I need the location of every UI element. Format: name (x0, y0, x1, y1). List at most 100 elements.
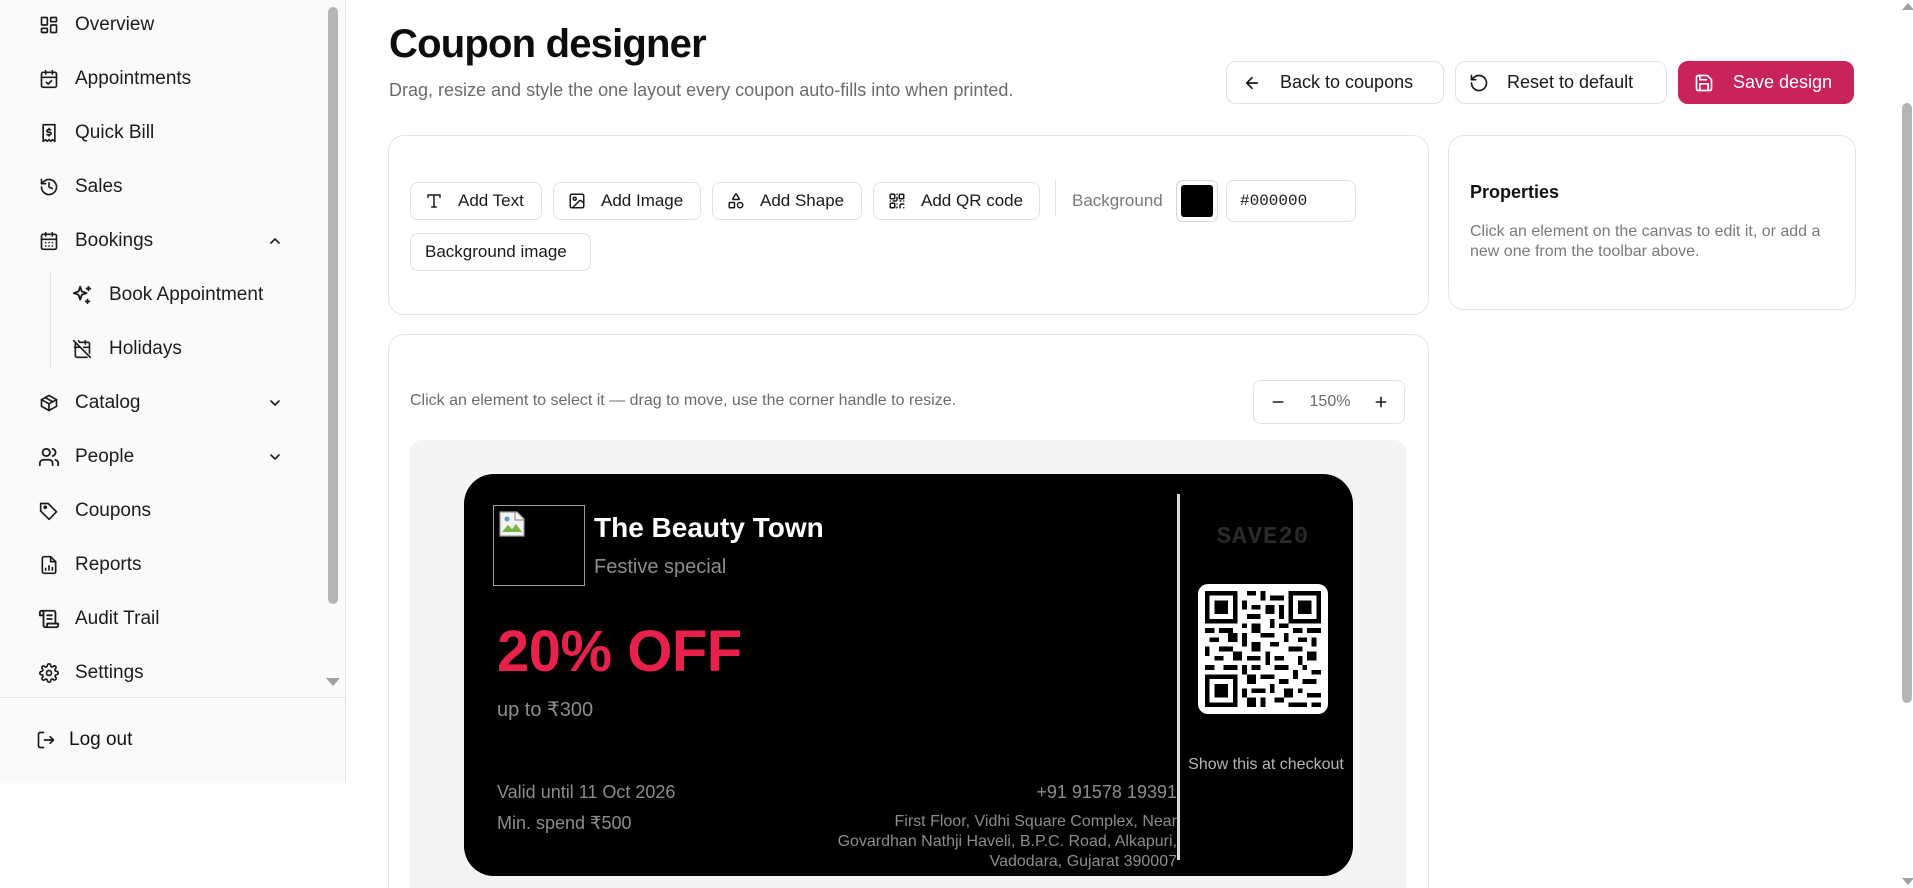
sidebar-item-label: Appointments (75, 68, 192, 89)
add-shape-button[interactable]: Add Shape (712, 182, 862, 220)
coupon-code[interactable]: SAVE20 (1180, 524, 1346, 551)
calendar-check-icon (37, 67, 61, 91)
sidebar-item-coupons[interactable]: Coupons (0, 491, 322, 531)
sidebar-item-label: Bookings (75, 230, 154, 251)
sidebar-item-label: Audit Trail (75, 608, 160, 629)
properties-description: Click an element on the canvas to edit i… (1470, 223, 1821, 260)
image-icon (567, 191, 587, 211)
coupon-address[interactable]: First Floor, Vidhi Square Complex, Near … (820, 812, 1177, 872)
coupon-qr-code[interactable] (1198, 584, 1328, 714)
sidebar-nav: Overview Appointments Quick Bill Sales B… (0, 0, 322, 692)
sidebar-item-label: Overview (75, 14, 155, 35)
sidebar-item-audit-trail[interactable]: Audit Trail (0, 599, 322, 639)
qr-code-icon (887, 191, 907, 211)
coupon-max-discount[interactable]: up to ₹300 (497, 697, 593, 722)
receipt-icon (37, 121, 61, 145)
save-icon (1693, 72, 1715, 94)
sidebar-item-label: Book Appointment (109, 284, 264, 305)
sidebar-item-label: Quick Bill (75, 122, 155, 143)
coupon-address-line: Govardhan Nathji Haveli, B.P.C. Road, Al… (837, 833, 1177, 850)
sidebar-item-label: Catalog (75, 392, 141, 413)
page-subtitle: Drag, resize and style the one layout ev… (389, 80, 1014, 100)
coupon-address-line: Vadodara, Gujarat 390007 (989, 853, 1177, 870)
add-image-button[interactable]: Add Image (553, 182, 701, 220)
back-to-coupons-button[interactable]: Back to coupons (1226, 61, 1444, 104)
file-chart-icon (37, 553, 61, 577)
sidebar-item-settings[interactable]: Settings (0, 653, 322, 692)
coupon-validity[interactable]: Valid until 11 Oct 2026 (497, 782, 675, 803)
save-design-label: Save design (1733, 72, 1833, 92)
sidebar-item-catalog[interactable]: Catalog (0, 383, 322, 423)
logout-label: Log out (69, 729, 133, 750)
sidebar-item-bookings[interactable]: Bookings (0, 221, 322, 261)
coupon-logo-image[interactable] (493, 505, 585, 586)
package-icon (37, 391, 61, 415)
coupon-address-line: First Floor, Vidhi Square Complex, Near (894, 813, 1177, 830)
sidebar-item-label: People (75, 446, 135, 467)
page-scrollbar-thumb[interactable] (1902, 103, 1912, 703)
reset-to-default-button[interactable]: Reset to default (1455, 61, 1667, 104)
background-hex-input[interactable] (1226, 180, 1356, 222)
sidebar-item-overview[interactable]: Overview (0, 5, 322, 45)
add-text-button[interactable]: Add Text (410, 182, 542, 220)
zoom-out-button[interactable] (1258, 381, 1298, 423)
logout-button[interactable]: Log out (0, 720, 346, 760)
sidebar-item-label: Sales (75, 176, 123, 197)
zoom-in-button[interactable] (1361, 381, 1401, 423)
sidebar-item-label: Reports (75, 554, 142, 575)
sidebar-divider (0, 697, 346, 698)
history-icon (37, 175, 61, 199)
add-shape-label: Add Shape (760, 191, 845, 210)
coupon-min-spend[interactable]: Min. spend ₹500 (497, 813, 632, 834)
scroll-icon (37, 607, 61, 631)
sidebar-scroll-down-arrow[interactable] (326, 678, 340, 686)
sidebar-item-quick-bill[interactable]: Quick Bill (0, 113, 322, 153)
add-qr-code-label: Add QR code (921, 191, 1024, 210)
log-out-icon (34, 728, 58, 752)
add-text-label: Add Text (458, 191, 524, 210)
add-qr-code-button[interactable]: Add QR code (873, 182, 1040, 220)
users-icon (37, 445, 61, 469)
sidebar-item-people[interactable]: People (0, 437, 322, 477)
shapes-icon (726, 191, 746, 211)
background-color-fill (1181, 185, 1213, 217)
coupon-offer[interactable]: 20% OFF (497, 618, 742, 685)
tag-icon (37, 499, 61, 523)
app: Overview Appointments Quick Bill Sales B… (0, 0, 1913, 888)
type-icon (424, 191, 444, 211)
chevron-down-icon[interactable] (263, 391, 287, 415)
coupon-phone[interactable]: +91 91578 19391 (945, 782, 1177, 803)
back-to-coupons-label: Back to coupons (1280, 72, 1414, 92)
page-scroll-up-arrow[interactable] (1902, 3, 1913, 10)
sparkles-icon (70, 283, 94, 307)
plus-icon (1375, 396, 1387, 408)
add-image-label: Add Image (601, 191, 684, 210)
coupon-checkout-note[interactable]: Show this at checkout (1180, 756, 1352, 774)
layout-dashboard-icon (37, 13, 61, 37)
sidebar-item-appointments[interactable]: Appointments (0, 59, 322, 99)
page-title: Coupon designer (389, 22, 707, 66)
background-image-button[interactable]: Background image (410, 233, 591, 271)
toolbar-separator (1055, 180, 1056, 216)
sidebar-item-book-appointment[interactable]: Book Appointment (0, 275, 322, 315)
page-scroll-down-arrow[interactable] (1902, 878, 1913, 885)
calendar-off-icon (70, 337, 94, 361)
chevron-up-icon[interactable] (263, 229, 287, 253)
arrow-left-icon (1241, 72, 1263, 94)
chevron-down-icon[interactable] (263, 445, 287, 469)
coupon-brand-name[interactable]: The Beauty Town (594, 512, 824, 544)
sidebar-item-label: Coupons (75, 500, 152, 521)
gear-icon (37, 661, 61, 685)
zoom-control: 150% (1253, 380, 1405, 424)
sidebar-item-sales[interactable]: Sales (0, 167, 322, 207)
sidebar-item-holidays[interactable]: Holidays (0, 329, 322, 369)
qr-code-image (1205, 591, 1321, 707)
zoom-level: 150% (1309, 393, 1351, 410)
coupon-tagline[interactable]: Festive special (594, 556, 726, 579)
sidebar-scrollbar-thumb[interactable] (328, 7, 338, 604)
sidebar-item-label: Settings (75, 662, 144, 683)
sidebar-item-reports[interactable]: Reports (0, 545, 322, 585)
save-design-button[interactable]: Save design (1678, 61, 1854, 104)
background-color-swatch[interactable] (1176, 180, 1218, 222)
background-label: Background (1072, 191, 1163, 210)
